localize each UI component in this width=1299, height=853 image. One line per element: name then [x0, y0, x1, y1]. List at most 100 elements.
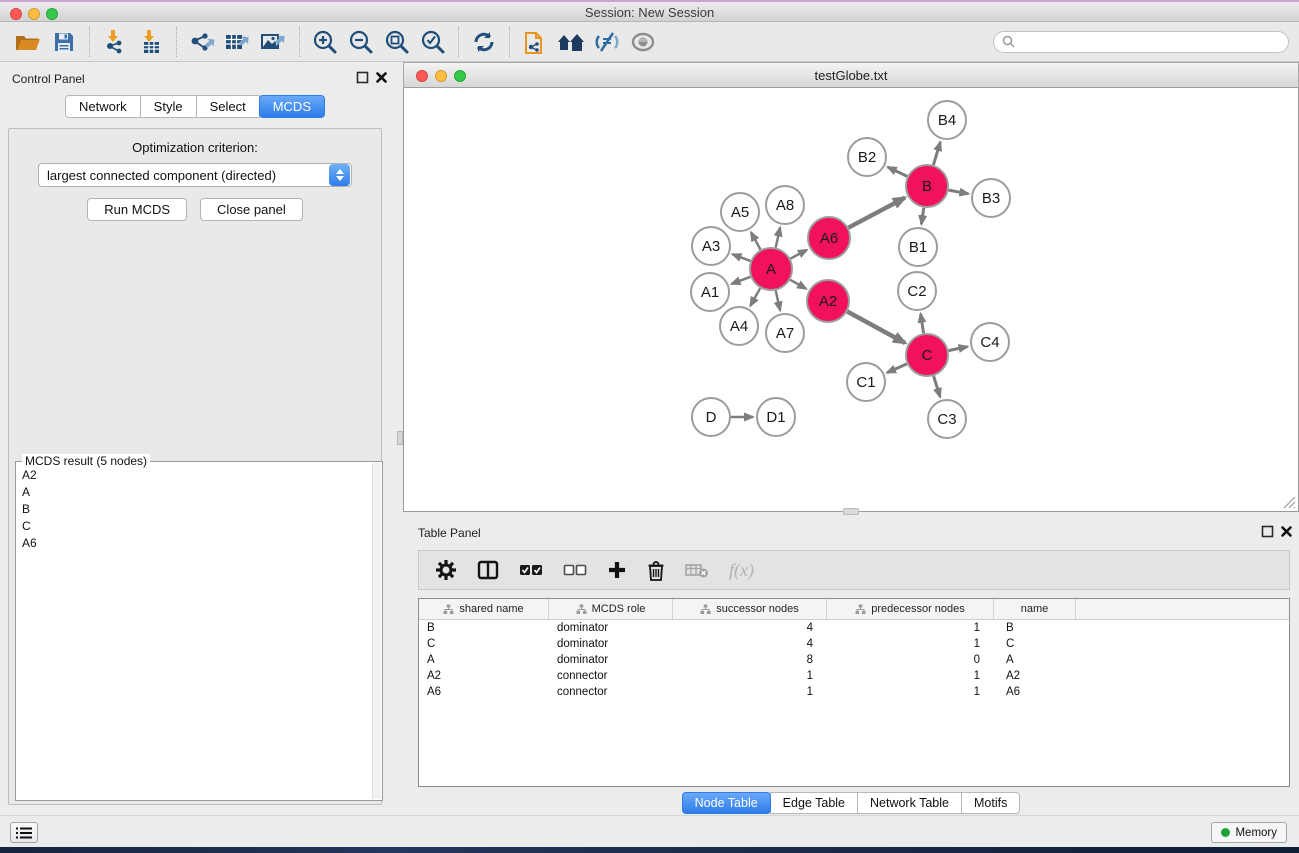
resize-grip-icon[interactable] [1283, 496, 1296, 509]
session-doc-button[interactable] [517, 26, 553, 58]
home-button[interactable] [553, 26, 589, 58]
panel-splitter-handle[interactable] [397, 431, 403, 445]
import-table-button[interactable] [133, 26, 169, 58]
node-D[interactable]: D [692, 398, 730, 436]
edge-C-C4[interactable] [949, 347, 968, 351]
node-C[interactable]: C [906, 334, 948, 376]
close-panel-button[interactable]: Close panel [200, 198, 303, 221]
mcds-result-item[interactable]: A6 [17, 534, 372, 551]
zoom-fit-button[interactable] [379, 26, 415, 58]
node-C4[interactable]: C4 [971, 323, 1009, 361]
export-image-button[interactable] [256, 26, 292, 58]
table-tab-network-table[interactable]: Network Table [857, 792, 962, 814]
mcds-result-item[interactable]: A2 [17, 466, 372, 483]
node-D1[interactable]: D1 [757, 398, 795, 436]
zoom-selected-button[interactable] [415, 26, 451, 58]
node-C3[interactable]: C3 [928, 400, 966, 438]
node-B2[interactable]: B2 [848, 138, 886, 176]
node-A3[interactable]: A3 [692, 227, 730, 265]
edge-C-C1[interactable] [887, 364, 907, 373]
table-row[interactable]: Bdominator41B [419, 620, 1289, 636]
edge-A-A5[interactable] [751, 232, 761, 250]
edge-B-B3[interactable] [949, 190, 969, 194]
column-header-name[interactable]: name [994, 599, 1076, 619]
task-history-button[interactable] [10, 822, 38, 843]
edge-B-B4[interactable] [933, 142, 940, 165]
edge-A-A6[interactable] [790, 250, 807, 259]
edge-A-A8[interactable] [776, 228, 780, 248]
node-A8[interactable]: A8 [766, 186, 804, 224]
table-row[interactable]: Adominator80A [419, 652, 1289, 668]
optimization-criterion-select[interactable]: largest connected component (directed) [38, 163, 352, 187]
horizontal-splitter-handle[interactable] [843, 508, 859, 515]
show-panel-button[interactable] [625, 26, 661, 58]
network-graph[interactable]: B4 B2 B B3 A8A5 A6 A3 B1 A A1 C2 A2 A4A7 C4 C C1 C3 D D1 [404, 88, 1298, 510]
node-A5[interactable]: A5 [721, 193, 759, 231]
node-C2[interactable]: C2 [898, 272, 936, 310]
node-A7[interactable]: A7 [766, 314, 804, 352]
table-row[interactable]: Cdominator41C [419, 636, 1289, 652]
node-A[interactable]: A [750, 248, 792, 290]
delete-table-button[interactable] [685, 561, 709, 579]
network-window-titlebar[interactable]: testGlobe.txt [403, 62, 1299, 88]
node-A1[interactable]: A1 [691, 273, 729, 311]
select-all-button[interactable] [519, 563, 543, 577]
refresh-layout-button[interactable] [466, 26, 502, 58]
function-builder-button[interactable]: f(x) [729, 560, 754, 581]
edge-A-A4[interactable] [750, 288, 760, 306]
mcds-result-item[interactable]: B [17, 500, 372, 517]
float-panel-icon[interactable] [1261, 525, 1274, 538]
run-mcds-button[interactable]: Run MCDS [87, 198, 187, 221]
zoom-in-button[interactable] [307, 26, 343, 58]
tab-select[interactable]: Select [196, 95, 260, 118]
close-panel-icon[interactable] [375, 71, 388, 84]
edge-A2-C[interactable] [847, 312, 905, 344]
table-row[interactable]: A2connector11A2 [419, 668, 1289, 684]
node-B[interactable]: B [906, 165, 948, 207]
network-canvas[interactable]: B4 B2 B B3 A8A5 A6 A3 B1 A A1 C2 A2 A4A7 C4 C C1 C3 D D1 [403, 88, 1299, 512]
table-settings-button[interactable] [435, 559, 457, 581]
node-A6[interactable]: A6 [808, 217, 850, 259]
tab-network[interactable]: Network [65, 95, 141, 118]
column-header-shared-name[interactable]: shared name [419, 599, 549, 619]
edge-A-A2[interactable] [790, 280, 806, 289]
float-panel-icon[interactable] [356, 71, 369, 84]
column-header-successor-nodes[interactable]: successor nodes [673, 599, 827, 619]
memory-button[interactable]: Memory [1211, 822, 1287, 843]
column-header-mcds-role[interactable]: MCDS role [549, 599, 673, 619]
close-panel-icon[interactable] [1280, 525, 1293, 538]
edge-A6-B[interactable] [848, 198, 905, 228]
node-A4[interactable]: A4 [720, 307, 758, 345]
search-box[interactable] [993, 31, 1289, 53]
edge-A-A3[interactable] [733, 254, 751, 261]
open-session-button[interactable] [10, 26, 46, 58]
delete-column-button[interactable] [647, 560, 665, 581]
export-network-button[interactable] [184, 26, 220, 58]
tab-mcds[interactable]: MCDS [259, 95, 325, 118]
node-B1[interactable]: B1 [899, 228, 937, 266]
save-session-button[interactable] [46, 26, 82, 58]
tab-style[interactable]: Style [140, 95, 197, 118]
table-row[interactable]: A6connector11A6 [419, 684, 1289, 700]
table-tab-node-table[interactable]: Node Table [682, 792, 771, 814]
node-B4[interactable]: B4 [928, 101, 966, 139]
edge-B-B1[interactable] [921, 208, 923, 224]
node-C1[interactable]: C1 [847, 363, 885, 401]
mcds-list-scrollbar[interactable] [372, 463, 381, 799]
search-input[interactable] [1020, 35, 1280, 49]
deselect-all-button[interactable] [563, 563, 587, 577]
hide-panel-button[interactable] [589, 26, 625, 58]
import-network-button[interactable] [97, 26, 133, 58]
export-table-button[interactable] [220, 26, 256, 58]
edge-A-A1[interactable] [732, 277, 751, 284]
column-header-predecessor-nodes[interactable]: predecessor nodes [827, 599, 994, 619]
node-B3[interactable]: B3 [972, 179, 1010, 217]
table-tab-edge-table[interactable]: Edge Table [770, 792, 858, 814]
column-view-button[interactable] [477, 560, 499, 580]
edge-B-B2[interactable] [888, 167, 908, 176]
mcds-result-item[interactable]: A [17, 483, 372, 500]
edge-C-C3[interactable] [934, 376, 941, 397]
mcds-result-item[interactable]: C [17, 517, 372, 534]
node-A2[interactable]: A2 [807, 280, 849, 322]
zoom-out-button[interactable] [343, 26, 379, 58]
